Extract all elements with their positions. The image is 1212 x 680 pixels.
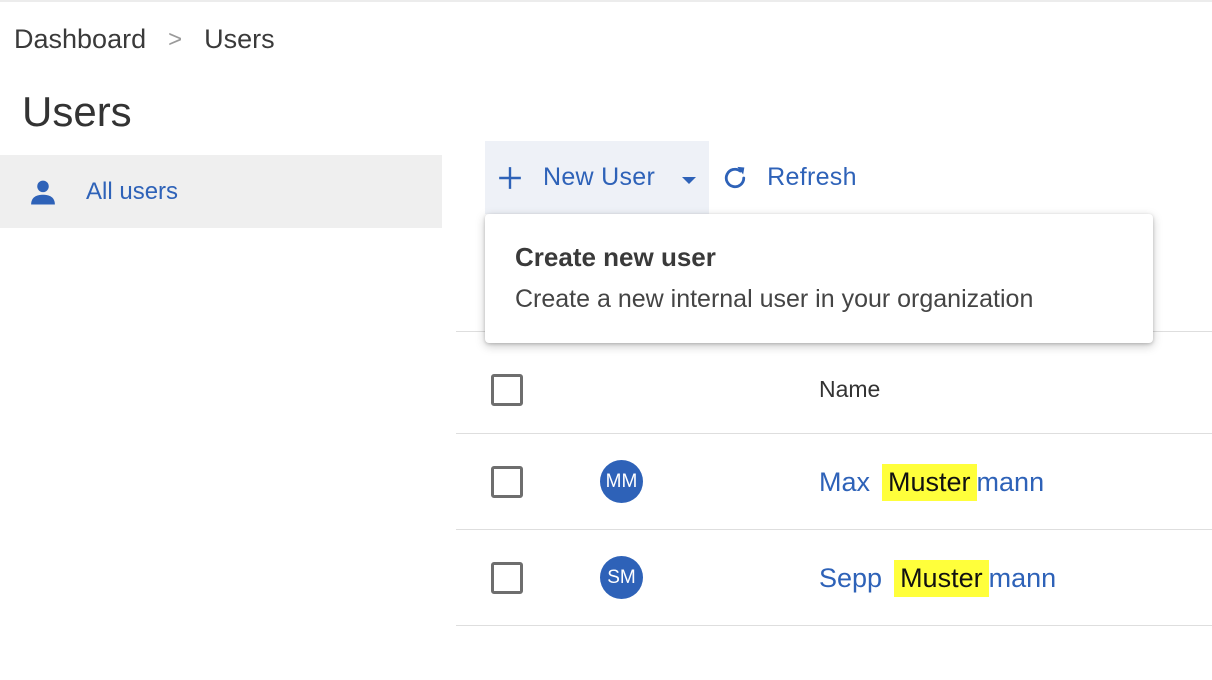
new-user-button[interactable]: New User [485,141,710,214]
user-name-rest: mann [988,563,1057,593]
plus-icon [497,165,523,191]
sidebar-item-all-users[interactable]: All users [0,155,442,228]
user-first-name: Sepp [819,563,883,593]
user-name-link[interactable]: Sepp Muster mann [819,560,1056,597]
row-checkbox[interactable] [491,466,523,498]
new-user-label: New User [543,163,656,191]
refresh-label: Refresh [767,163,857,191]
refresh-icon [721,164,749,192]
breadcrumb-separator: > [168,25,183,53]
user-name-rest: mann [976,467,1045,497]
page-title: Users [22,88,132,135]
create-user-menu-item[interactable]: Create new user Create a new internal us… [485,214,1153,343]
breadcrumb-current: Users [204,24,275,54]
avatar: SM [600,556,643,599]
person-icon [28,175,58,209]
breadcrumb-dashboard-link[interactable]: Dashboard [14,24,146,55]
select-all-checkbox[interactable] [491,374,523,406]
users-table: Name MM Max Muster mann SM Sepp Muster m… [456,331,1212,626]
sidebar: All users [0,155,442,228]
refresh-button[interactable]: Refresh [709,141,857,214]
menu-item-description: Create a new internal user in your organ… [515,285,1034,313]
column-header-name[interactable]: Name [819,376,880,403]
row-checkbox[interactable] [491,562,523,594]
table-row: MM Max Muster mann [456,434,1212,530]
top-divider [0,0,1212,2]
toolbar: New User Refresh [485,141,857,214]
table-row: SM Sepp Muster mann [456,530,1212,626]
table-header-row: Name [456,331,1212,434]
menu-item-title: Create new user [515,242,716,272]
breadcrumb: Dashboard > Users [14,24,275,55]
sidebar-item-label: All users [86,177,179,205]
search-highlight: Muster [882,464,977,501]
user-first-name: Max [819,467,871,497]
user-name-link[interactable]: Max Muster mann [819,464,1044,501]
caret-down-icon[interactable] [681,173,697,184]
avatar: MM [600,460,643,503]
search-highlight: Muster [894,560,989,597]
